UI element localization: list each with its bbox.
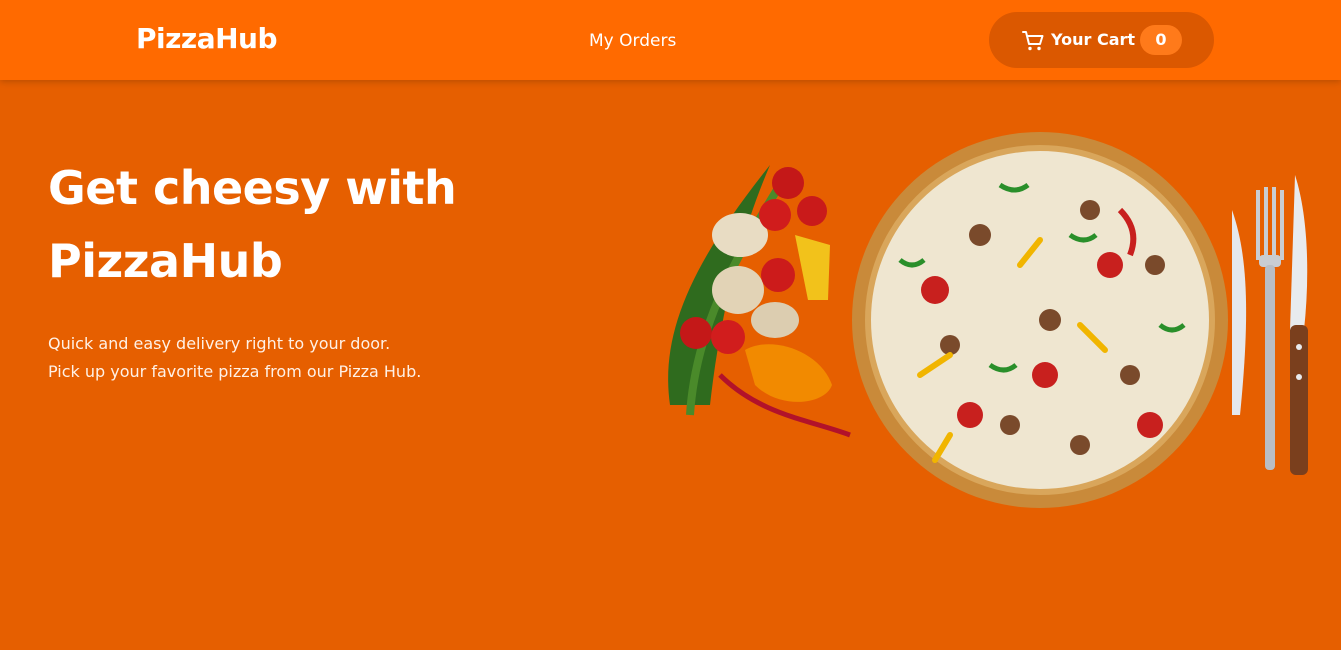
brand-logo[interactable]: PizzaHub xyxy=(136,22,278,55)
cart-label: Your Cart xyxy=(1051,30,1136,49)
cart-icon xyxy=(1022,31,1044,51)
cutlery-image xyxy=(1232,175,1308,475)
hero-title: Get cheesy with PizzaHub xyxy=(48,161,457,288)
pizza-image xyxy=(852,132,1228,508)
hero-subtitle: Quick and easy delivery right to your do… xyxy=(48,330,508,386)
hero-subtitle-line-2: Pick up your favorite pizza from our Piz… xyxy=(48,362,422,381)
cart-count-badge: 0 xyxy=(1140,25,1182,55)
top-navbar: PizzaHub My Orders Your Cart 0 xyxy=(0,0,1341,80)
hero-pizza-illustration xyxy=(668,132,1308,508)
hero-subtitle-line-1: Quick and easy delivery right to your do… xyxy=(48,334,391,353)
cart-button[interactable]: Your Cart 0 xyxy=(989,12,1214,68)
nav-my-orders-link[interactable]: My Orders xyxy=(589,31,676,51)
vegetables-image xyxy=(668,165,851,438)
